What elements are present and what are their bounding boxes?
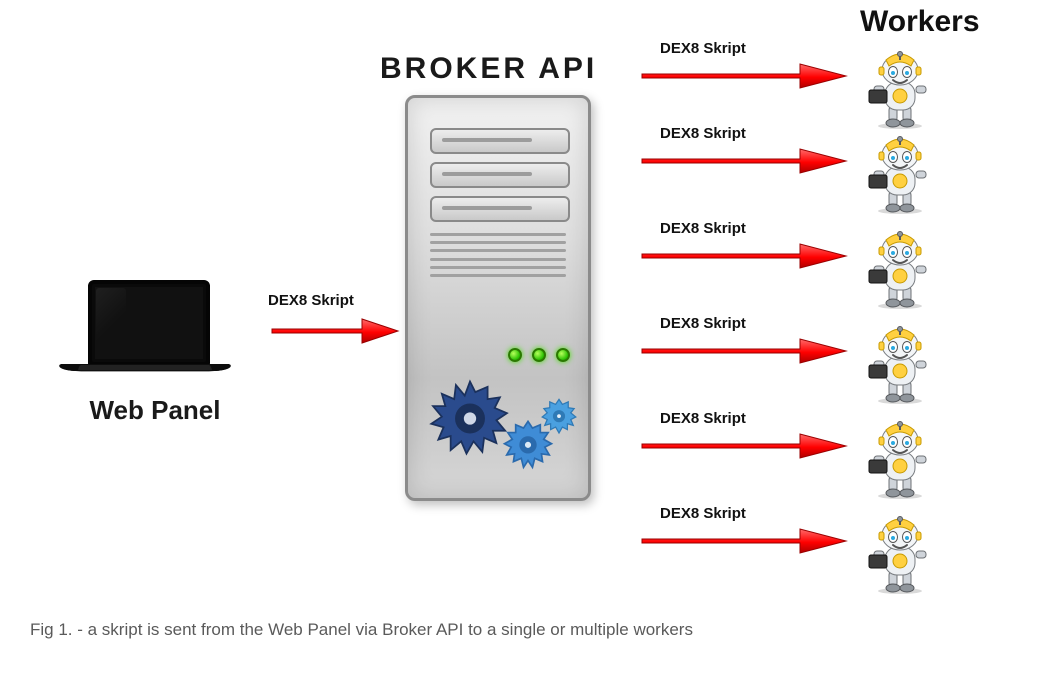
arrow-right-icon (640, 430, 850, 462)
figure-caption: Fig 1. - a skript is sent from the Web P… (30, 620, 693, 640)
arrow-right-label: DEX8 Skript (660, 40, 746, 57)
worker-robot-icon (865, 420, 935, 500)
arrow-left-label: DEX8 Skript (268, 292, 354, 309)
worker-robot-icon (865, 325, 935, 405)
laptop-icon (60, 280, 230, 400)
arrow-right-icon (640, 240, 850, 272)
arrow-right-label: DEX8 Skript (660, 410, 746, 427)
arrow-right-icon (640, 145, 850, 177)
arrow-left-icon (270, 315, 400, 347)
workers-label: Workers (860, 5, 980, 39)
worker-robot-icon (865, 50, 935, 130)
web-panel-label: Web Panel (60, 395, 250, 426)
arrow-right-icon (640, 335, 850, 367)
worker-robot-icon (865, 230, 935, 310)
worker-robot-icon (865, 135, 935, 215)
broker-api-label: BROKER API (380, 52, 597, 86)
arrow-right-label: DEX8 Skript (660, 125, 746, 142)
arrow-right-icon (640, 525, 850, 557)
arrow-right-label: DEX8 Skript (660, 220, 746, 237)
diagram-stage: Web Panel DEX8 Skript BROKER API (0, 0, 1041, 674)
worker-robot-icon (865, 515, 935, 595)
gear-icon (538, 396, 580, 438)
server-icon (405, 95, 591, 501)
arrow-right-label: DEX8 Skript (660, 315, 746, 332)
arrow-right-label: DEX8 Skript (660, 505, 746, 522)
arrow-right-icon (640, 60, 850, 92)
